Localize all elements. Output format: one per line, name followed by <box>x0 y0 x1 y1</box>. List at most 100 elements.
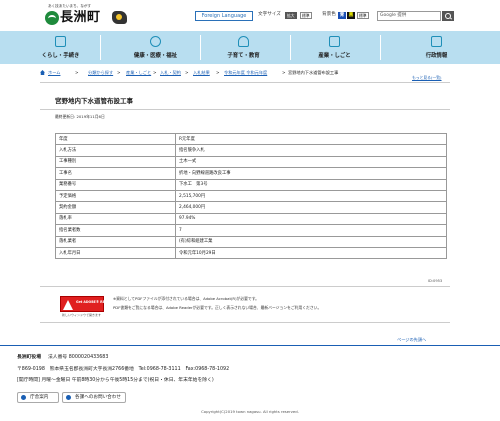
row-key: 入札方法 <box>55 144 176 157</box>
nav-divider <box>380 35 381 60</box>
table-row: 入札方法 指名競争入札 <box>55 144 447 157</box>
bg-color-label: 背景色 <box>322 12 336 17</box>
office-guide-button[interactable]: 庁舎案内 <box>17 392 59 403</box>
row-value: R元年度 <box>175 132 447 146</box>
table-row: 指名業者数 7 <box>55 224 447 237</box>
breadcrumb-item[interactable]: 分類から探す <box>88 70 113 75</box>
mail-icon <box>66 395 71 400</box>
pdf-note: PDF書類をご覧になる場合は、Adobe Readerが必要です。正しく表示され… <box>113 305 322 310</box>
pdf-note: ※資料としてPDFファイルが添付されている場合は、Adobe Acrobat(R… <box>113 296 259 301</box>
nav-divider <box>290 35 291 60</box>
divider <box>40 286 450 287</box>
breadcrumb-separator: > <box>75 70 79 75</box>
row-key: 予定価格 <box>55 189 176 203</box>
foreign-language-button[interactable]: Foreign Language <box>195 11 253 21</box>
table-row: 業務番号 下水工 第3号 <box>55 178 447 191</box>
breadcrumb-item[interactable]: 入札結果 <box>193 70 210 75</box>
nav-label: 健康・医療・福祉 <box>133 53 178 59</box>
row-value: 土木一式 <box>175 155 447 169</box>
breadcrumb-separator: > <box>282 70 286 75</box>
office-guide-label: 庁舎案内 <box>30 395 49 400</box>
footer-address: 〒869-0198 熊本県玉名郡長洲町大字長洲2766番地 Tel:0968-7… <box>17 367 230 372</box>
site-tagline: あく技あたいまち、ながす <box>48 4 92 8</box>
site-header: あく技あたいまち、ながす 長洲町 Foreign Language 文字サイズ … <box>0 0 500 31</box>
font-standard-button[interactable]: 標準 <box>300 12 312 19</box>
divider <box>40 322 450 323</box>
site-logo[interactable]: あく技あたいまち、ながす 長洲町 <box>45 4 135 28</box>
heart-hand-icon <box>150 36 161 47</box>
nav-label: くらし・手続き <box>41 53 80 59</box>
home-icon <box>40 70 45 75</box>
adobe-logo-icon <box>63 300 73 310</box>
nav-item-living[interactable]: くらし・手続き <box>22 33 99 62</box>
copyright: Copyright(C)2019 town nagasu. All rights… <box>201 409 299 414</box>
child-icon <box>238 36 249 47</box>
row-key: 業務番号 <box>55 178 176 191</box>
town-emblem-icon <box>45 11 59 25</box>
breadcrumb-item[interactable]: 産業・しごと <box>126 70 151 75</box>
table-row: 工事名 折地・向野線道路改良工事 <box>55 167 447 180</box>
row-key: 指名業者数 <box>55 224 176 237</box>
breadcrumb-separator: > <box>117 70 121 75</box>
row-value: (有)綜和組建工業 <box>175 235 447 248</box>
page-title: 宮野地内下水道管布設工事 <box>55 97 133 105</box>
row-key: 落札率 <box>55 212 176 226</box>
breadcrumb-home[interactable]: ホーム <box>48 70 60 75</box>
footer-divider <box>0 345 500 346</box>
row-value: 97.94% <box>175 212 447 226</box>
breadcrumb-separator: > <box>153 70 157 75</box>
breadcrumb-item[interactable]: 令和元年度 令和元年度 <box>224 70 267 75</box>
row-value: 下水工 第3号 <box>175 178 447 191</box>
bid-result-table: 年度 R元年度 入札方法 指名競争入札 工事種別 土木一式 工事名 折地・向野線道路改良工事業… <box>55 132 447 260</box>
logo-text: 長洲町 <box>60 10 101 25</box>
table-row: 予定価格 2,515,700円 <box>55 189 447 203</box>
nav-divider <box>200 35 201 60</box>
house-icon <box>55 36 66 47</box>
global-nav: くらし・手続き 健康・医療・福祉 子育て・教育 産業・しごと 行政情報 <box>0 31 500 64</box>
nav-item-administration[interactable]: 行政情報 <box>398 33 475 62</box>
table-row: 年度 R元年度 <box>55 132 447 146</box>
font-size-label: 文字サイズ <box>258 12 281 17</box>
table-row: 入札年月日 令和元年10月29日 <box>55 246 447 260</box>
bg-blue-button[interactable]: 青 <box>338 12 346 19</box>
row-key: 工事種別 <box>55 155 176 169</box>
adobe-badge-text: Get ADOBE® READER® <box>76 300 118 304</box>
back-to-list-link[interactable]: もっと見る(一覧) <box>412 75 442 81</box>
row-key: 年度 <box>55 132 176 146</box>
title-underline <box>40 109 450 110</box>
nav-item-childcare[interactable]: 子育て・教育 <box>205 33 282 62</box>
page-top-link[interactable]: ページの先頭へ <box>397 337 426 342</box>
bg-black-button[interactable]: 黒 <box>347 12 355 19</box>
last-updated: 最終更新日: 2019年11月6日 <box>55 114 105 119</box>
adobe-caption: 新しいウィンドウで開きます <box>62 313 102 317</box>
row-key: 契約金額 <box>55 201 176 214</box>
breadcrumb-item[interactable]: 入札・契約 <box>160 70 181 75</box>
nav-item-health[interactable]: 健康・医療・福祉 <box>117 33 194 62</box>
row-key: 落札業者 <box>55 235 176 248</box>
page-id: ID:0953 <box>428 279 443 283</box>
nav-item-industry[interactable]: 産業・しごと <box>296 33 373 62</box>
nav-label: 子育て・教育 <box>227 53 260 59</box>
footer-hours: [開庁時間] 月曜～金曜日 午前8時30分から午後5時15分まで(祝日・休日、年… <box>17 378 214 383</box>
row-value: 2,464,000円 <box>175 201 447 214</box>
map-icon <box>21 395 26 400</box>
bg-standard-button[interactable]: 標準 <box>357 12 369 19</box>
font-enlarge-button[interactable]: 拡大 <box>285 12 297 19</box>
factory-icon <box>329 36 340 47</box>
breadcrumb: ホーム > 分類から探す > 産業・しごと > 入札・契約 > 入札結果 > 令… <box>40 70 450 78</box>
building-icon <box>431 36 442 47</box>
row-value: 折地・向野線道路改良工事 <box>175 167 447 180</box>
search-icon[interactable] <box>442 11 454 21</box>
search-input[interactable]: Google 提供 <box>377 11 441 21</box>
nav-label: 産業・しごと <box>318 53 351 59</box>
footer-corp-number: 法人番号 8000020433683 <box>48 355 109 360</box>
table-row: 工事種別 土木一式 <box>55 155 447 169</box>
row-key: 入札年月日 <box>55 246 176 260</box>
breadcrumb-current: 宮野地内下水道管布設工事 <box>288 70 339 75</box>
row-value: 7 <box>175 224 447 237</box>
table-row: 落札率 97.94% <box>55 212 447 226</box>
adobe-reader-badge[interactable]: Get ADOBE® READER® <box>60 296 118 312</box>
table-row: 契約金額 2,464,000円 <box>55 201 447 214</box>
row-value: 2,515,700円 <box>175 189 447 203</box>
contact-button[interactable]: 各課へのお問い合わせ <box>62 392 126 403</box>
